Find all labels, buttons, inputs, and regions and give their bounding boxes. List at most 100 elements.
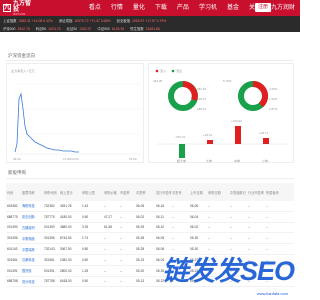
stock-name-link[interactable]: 国货航 [21,268,43,273]
stock-name-link[interactable]: 中国瑞林 [21,247,43,252]
ticker-name: 恒生指数 [130,26,144,31]
flow-bar [207,140,213,144]
flow-line-chart: 主力净流入 / 亿元 09:30 11:30/13:00 15:00 [11,68,141,161]
column-header: 中签号 [172,190,182,195]
nav-item-xuexiji[interactable]: 学习机 [194,0,222,16]
ticker-item[interactable]: 恒生指数 23481.86 [130,26,160,31]
nav-item-runcai[interactable]: 九方润财 [266,0,300,16]
table-cell: 1.43 [82,203,89,208]
stock-name-link[interactable]: 汉桑科技 [21,257,43,262]
x-tick-label: 11:30/13:00 [63,157,79,161]
table-cell: 787758 [44,279,55,284]
bar-value: -376.31 [175,135,186,139]
ticker-item[interactable]: 北证50 1302.97 [67,26,92,31]
table-cell: 06-02 [190,225,199,230]
bar-category: 中单 [234,158,240,163]
table-cell: 1.25 [82,268,89,273]
logo-text: 九方智投 [13,0,32,13]
stock-name-link[interactable]: 赛分科技 [21,279,43,284]
table-row[interactable]: 001390 古麒绒材 001390 3880.00 3.25 61.58 -- 05-29 0… [6,223,294,234]
table-cell: 603382 [7,203,18,208]
legend-out: 流出 [176,68,182,73]
table-cell: -- [172,236,175,241]
bar-value: +316.93 [231,119,242,123]
table-cell: 06-02 [136,214,145,219]
table-cell: 05-13 [136,279,145,284]
table-cell: -- [230,203,233,208]
table-row[interactable]: 688775 影石创新 787775 4180.00 0.60 47.27 -- 06-02 0… [6,212,294,223]
table-cell: -- [120,257,123,262]
stock-name-link[interactable]: 中策橡胶 [21,236,43,241]
column-header: 所属板块 [266,190,279,195]
table-cell: 0.50 [82,279,89,284]
table-cell: -- [120,279,123,284]
logo-mark-icon: 九 [3,4,11,12]
column-header: 中签率 [136,190,146,195]
out-value: 2.87% [269,107,278,111]
table-cell: -- [104,257,107,262]
table-cell: -- [208,225,211,230]
table-cell: -- [266,203,269,208]
out-value: 1.94% [269,97,278,101]
table-cell: 05-28 [136,247,145,252]
table-cell: -- [120,247,123,252]
ticker-name: 科创50 [35,26,47,31]
table-cell: 06-16 [156,203,165,208]
ticker-item[interactable]: 中证500 6128.35 [97,26,124,31]
ticker-item[interactable]: 沪深300 3942.76 [3,26,30,31]
ticker-value: 2063.97 +17.57 0.79% [132,18,167,23]
table-cell: 688775 [7,214,18,219]
column-header: 市盈率 [120,190,130,195]
ticker-item[interactable]: 创业板指 2063.97 +17.57 0.79% [116,18,166,23]
table-cell: 732143 [44,247,55,252]
table-row[interactable]: 301396 中策橡胶 301396 8744.54 1.74 -- -- 05-28 06-0… [6,233,294,245]
column-header: 发行市盈率 [156,190,171,195]
table-cell: -- [208,203,211,208]
table-cell: 06-11 [156,214,164,219]
table-cell: 2800.00 [60,268,72,273]
nav-item-hangqing[interactable]: 行情 [106,0,128,16]
market-ticker-bar: 上证指数 3360.31 +14.08 0.42% 深证成指 10575.72 +7… [0,16,300,32]
table-cell: -- [266,214,269,219]
top-header: 九 九方智投 9FZT.COM 看点 行情 量化 下载 产品 学习机 基金 关于… [0,0,300,16]
flow-line-series [14,92,79,153]
flow-bar [263,138,269,144]
ticker-item[interactable]: 上证指数 3360.31 +14.08 0.42% [3,18,53,23]
column-header: 上市日期 [190,190,203,195]
donut-in-segment [182,81,198,101]
logo[interactable]: 九 九方智投 9FZT.COM [3,1,36,16]
ticker-name: 创业板指 [116,18,131,23]
table-cell: 61.58 [104,225,112,230]
table-cell: 001391 [7,268,18,273]
in-value: 423.05 [153,79,163,83]
table-cell: 301561 [44,257,55,262]
section-divider [6,60,294,61]
ticker-value: 1003.78 [48,26,61,31]
table-cell: -- [172,214,175,219]
column-header: 申购日期 [208,190,221,195]
nav-item-lianghua[interactable]: 量化 [128,0,150,16]
bar-value: +26.91 [203,133,213,137]
table-cell: -- [104,268,107,273]
nav-item-chanpin[interactable]: 产品 [172,0,194,16]
table-cell: 4180.00 [60,214,72,219]
stock-name-link[interactable]: 海阳科技 [21,203,43,208]
table-cell: 0.60 [82,214,89,219]
ticker-item[interactable]: 深证成指 10575.72 +71.47 0.68% [59,18,111,23]
nav-item-jijin[interactable]: 基金 [222,0,244,16]
table-row[interactable]: 603382 海阳科技 732382 4531.25 1.43 -- -- 06-05 06-1… [6,201,294,212]
stock-name-link[interactable]: 影石创新 [21,214,43,219]
legend-dot-out [171,69,175,73]
stock-name-link[interactable]: 古麒绒材 [21,225,43,230]
legend-dot-in [155,69,159,73]
register-button[interactable]: 注册 [254,3,271,12]
table-cell: -- [104,279,107,284]
table-cell: 06-05 [136,203,145,208]
ticker-item[interactable]: 科创50 1003.78 [36,26,61,31]
table-cell: -- [104,203,107,208]
bar-category: 小单 [262,158,268,163]
ticker-name: 沪深300 [3,26,16,31]
table-cell: -- [104,236,107,241]
nav-item-kandian[interactable]: 看点 [84,0,106,16]
nav-item-xiazai[interactable]: 下载 [150,0,172,16]
